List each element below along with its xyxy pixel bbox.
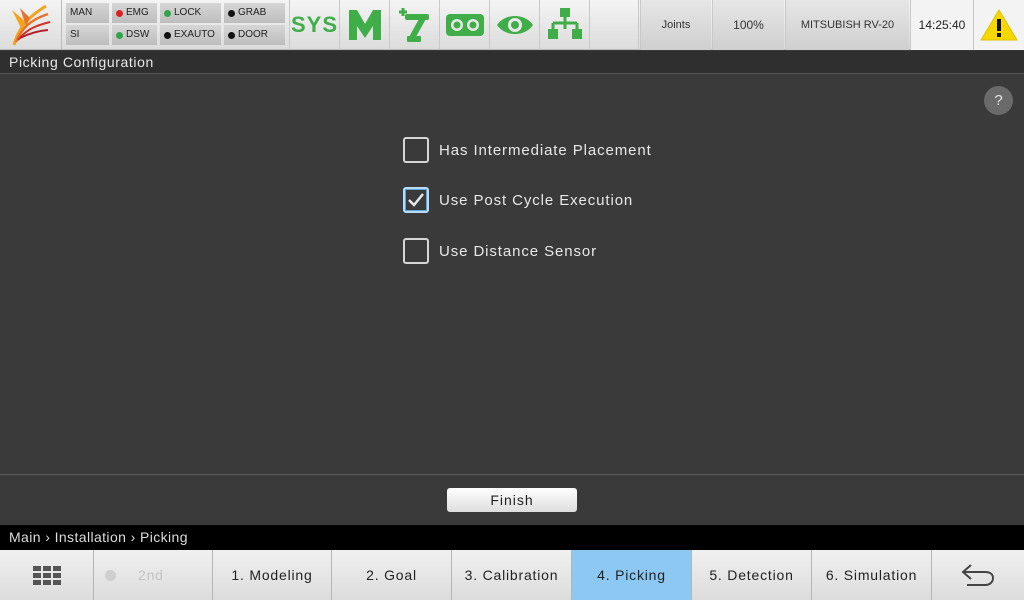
door-indicator-icon [228, 31, 235, 39]
distance-sensor-label: Use Distance Sensor [439, 242, 597, 260]
speed-label: 100% [733, 18, 764, 32]
option-intermediate-placement[interactable]: Has Intermediate Placement [403, 137, 652, 163]
tab-detection[interactable]: 5. Detection [692, 550, 812, 600]
sys-label: SYS [290, 12, 339, 37]
post-cycle-execution-checkbox[interactable] [403, 187, 429, 213]
exauto-indicator-icon [164, 31, 171, 39]
robot-tool-button[interactable] [389, 0, 439, 50]
grab-label: GRAB [238, 7, 267, 18]
robot-arm-icon [398, 8, 429, 42]
option-distance-sensor[interactable]: Use Distance Sensor [403, 238, 597, 264]
vision-tool-button[interactable] [489, 0, 539, 50]
clock: 14:25:40 [910, 0, 973, 50]
menu-button[interactable] [0, 550, 94, 600]
lock-status: LOCK EXAUTO [160, 3, 221, 47]
app-root: MAN SI EMG DSW LOCK EXAUTO GRAB DOOR SYS [0, 0, 1024, 600]
emg-label: EMG [126, 7, 149, 18]
joints-button[interactable]: Joints [640, 0, 711, 50]
joints-label: Joints [661, 19, 691, 31]
tab-simulation[interactable]: 6. Simulation [812, 550, 932, 600]
network-icon [547, 8, 582, 39]
grid-icon [32, 565, 61, 585]
page-title: Picking Configuration [0, 51, 1024, 74]
grab-status: GRAB DOOR [224, 3, 285, 47]
dsw-indicator-icon [116, 31, 123, 39]
top-toolbar: MAN SI EMG DSW LOCK EXAUTO GRAB DOOR SYS [0, 0, 1024, 50]
divider [0, 474, 1024, 475]
emg-indicator-icon [116, 9, 123, 17]
dsw-label: DSW [126, 29, 150, 40]
back-arrow-icon [961, 564, 995, 586]
app-logo [0, 0, 62, 50]
grab-indicator-icon [228, 9, 235, 17]
help-button[interactable]: ? [984, 86, 1013, 115]
tab-goal[interactable]: 2. Goal [332, 550, 452, 600]
picking-config-panel: ? Has Intermediate Placement Use Post Cy… [0, 75, 1024, 474]
m-logo-icon [348, 10, 381, 40]
second-label: 2nd [138, 567, 164, 583]
second-button[interactable]: 2nd [94, 550, 213, 600]
door-label: DOOR [238, 29, 268, 40]
tab-picking[interactable]: 4. Picking [572, 550, 692, 600]
eye-icon [496, 16, 533, 34]
bottom-nav: 2nd 1. Modeling 2. Goal 3. Calibration 4… [0, 550, 1024, 600]
lock-label: LOCK [174, 7, 202, 18]
clock-time: 14:25:40 [918, 18, 966, 32]
speed-button[interactable]: 100% [712, 0, 784, 50]
lock-indicator-icon [164, 9, 171, 17]
breadcrumb: Main › Installation › Picking [0, 525, 1024, 550]
mode-top-label: MAN [66, 3, 109, 23]
tab-modeling[interactable]: 1. Modeling [213, 550, 332, 600]
safety-status: EMG DSW [112, 3, 157, 47]
post-cycle-execution-label: Use Post Cycle Execution [439, 191, 634, 209]
empty-tool-slot [589, 0, 639, 50]
checkmark-icon [408, 193, 424, 207]
warning-button[interactable] [973, 0, 1024, 50]
second-indicator-icon [105, 569, 116, 581]
intermediate-placement-label: Has Intermediate Placement [439, 141, 652, 159]
warning-icon [980, 9, 1018, 41]
modeling-tool-button[interactable] [339, 0, 389, 50]
option-post-cycle-execution[interactable]: Use Post Cycle Execution [403, 187, 633, 213]
intermediate-placement-checkbox[interactable] [403, 137, 429, 163]
mode-status: MAN SI [66, 3, 109, 47]
back-button[interactable] [932, 550, 1024, 600]
distance-sensor-checkbox[interactable] [403, 238, 429, 264]
finish-button[interactable]: Finish [447, 488, 577, 512]
exauto-label: EXAUTO [174, 29, 215, 40]
sys-button[interactable]: SYS [289, 0, 339, 50]
camera-tool-button[interactable] [439, 0, 489, 50]
camera-icon [445, 14, 484, 36]
mode-bottom-label: SI [66, 25, 109, 45]
tab-calibration[interactable]: 3. Calibration [452, 550, 572, 600]
robot-model-label: MITSUBISH RV-20 [800, 19, 895, 31]
network-tool-button[interactable] [539, 0, 589, 50]
robot-model-button[interactable]: MITSUBISH RV-20 [785, 0, 909, 50]
